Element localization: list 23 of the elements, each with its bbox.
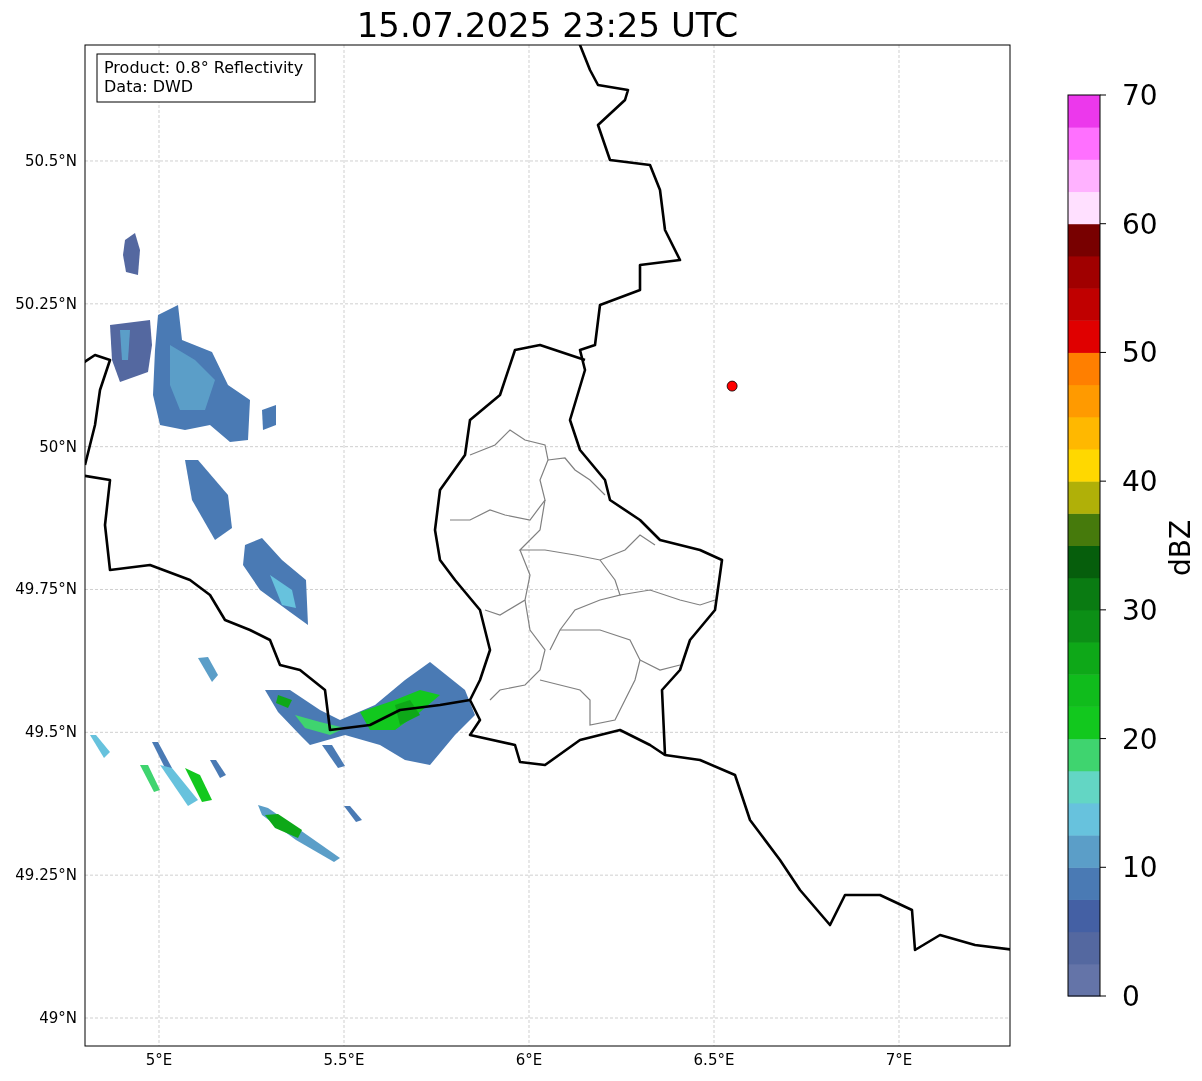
axis-tick-label: 50.25°N xyxy=(15,294,77,313)
colorbar-tick-label: 0 xyxy=(1122,980,1140,1013)
axis-tick-label: 7°E xyxy=(885,1051,913,1069)
axis-tick-label: 49°N xyxy=(39,1009,77,1027)
axis-tick-label: 5°E xyxy=(145,1051,173,1069)
info-box: Product: 0.8° Reflectivity Data: DWD xyxy=(96,53,316,103)
axis-tick-label: 6.5°E xyxy=(693,1051,735,1069)
colorbar-tick-label: 70 xyxy=(1122,79,1158,112)
colorbar-tick-label: 20 xyxy=(1122,722,1158,756)
colorbar-tick-label: 30 xyxy=(1122,593,1158,627)
axis-tick-label: 49.75°N xyxy=(15,580,77,599)
colorbar-tick-label: 60 xyxy=(1122,207,1158,241)
colorbar-tick-label: 50 xyxy=(1122,336,1158,370)
colorbar-tick-label: 10 xyxy=(1122,851,1158,885)
axis-tick-label: 50°N xyxy=(39,437,77,456)
axis-tick-label: 50.5°N xyxy=(24,152,77,170)
axis-tick-label: 49.25°N xyxy=(15,866,77,885)
chart-title: 15.07.2025 23:25 UTC xyxy=(356,5,739,45)
colorbar-tick-label: 40 xyxy=(1122,465,1158,499)
colorbar-label: dBZ xyxy=(1164,519,1197,577)
axis-tick-label: 6°E xyxy=(515,1051,543,1069)
axis-tick-label: 5.5°E xyxy=(323,1051,365,1069)
axis-tick-label: 49.5°N xyxy=(24,723,77,742)
